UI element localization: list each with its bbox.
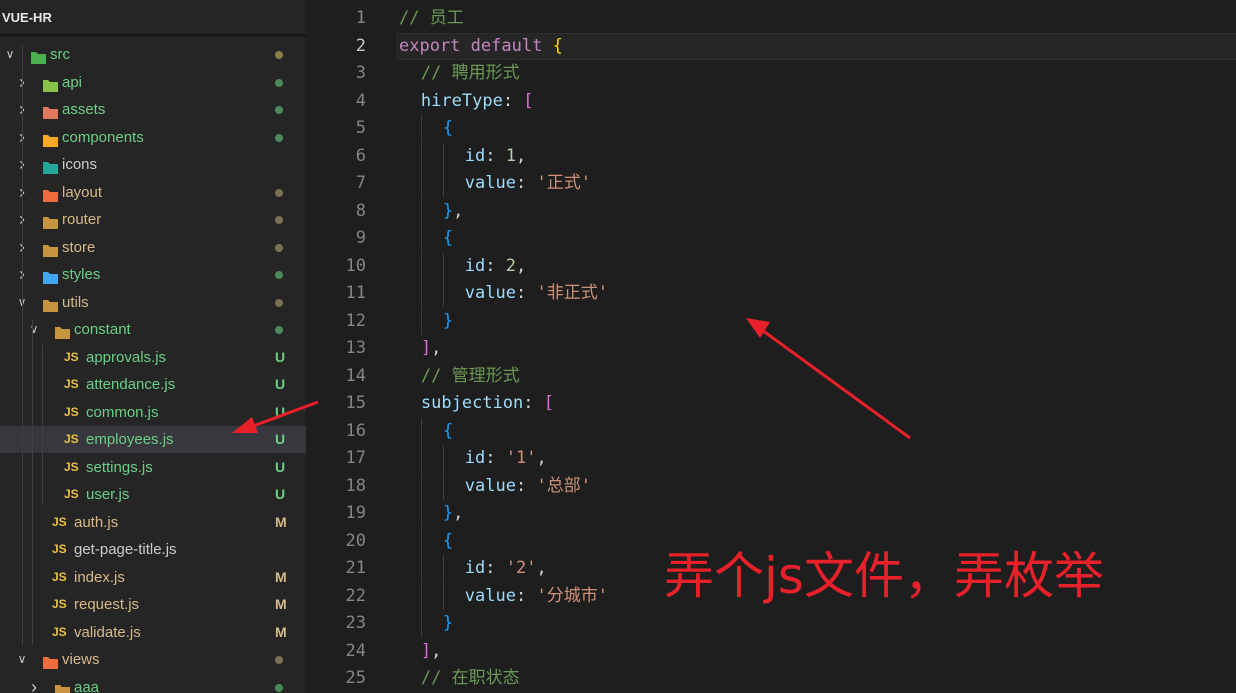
annotation-arrow-editor xyxy=(761,328,911,440)
annotation-arrow-sidebar xyxy=(247,400,319,430)
annotation-arrowhead-sidebar xyxy=(232,417,258,433)
annotation-arrows xyxy=(232,318,911,440)
